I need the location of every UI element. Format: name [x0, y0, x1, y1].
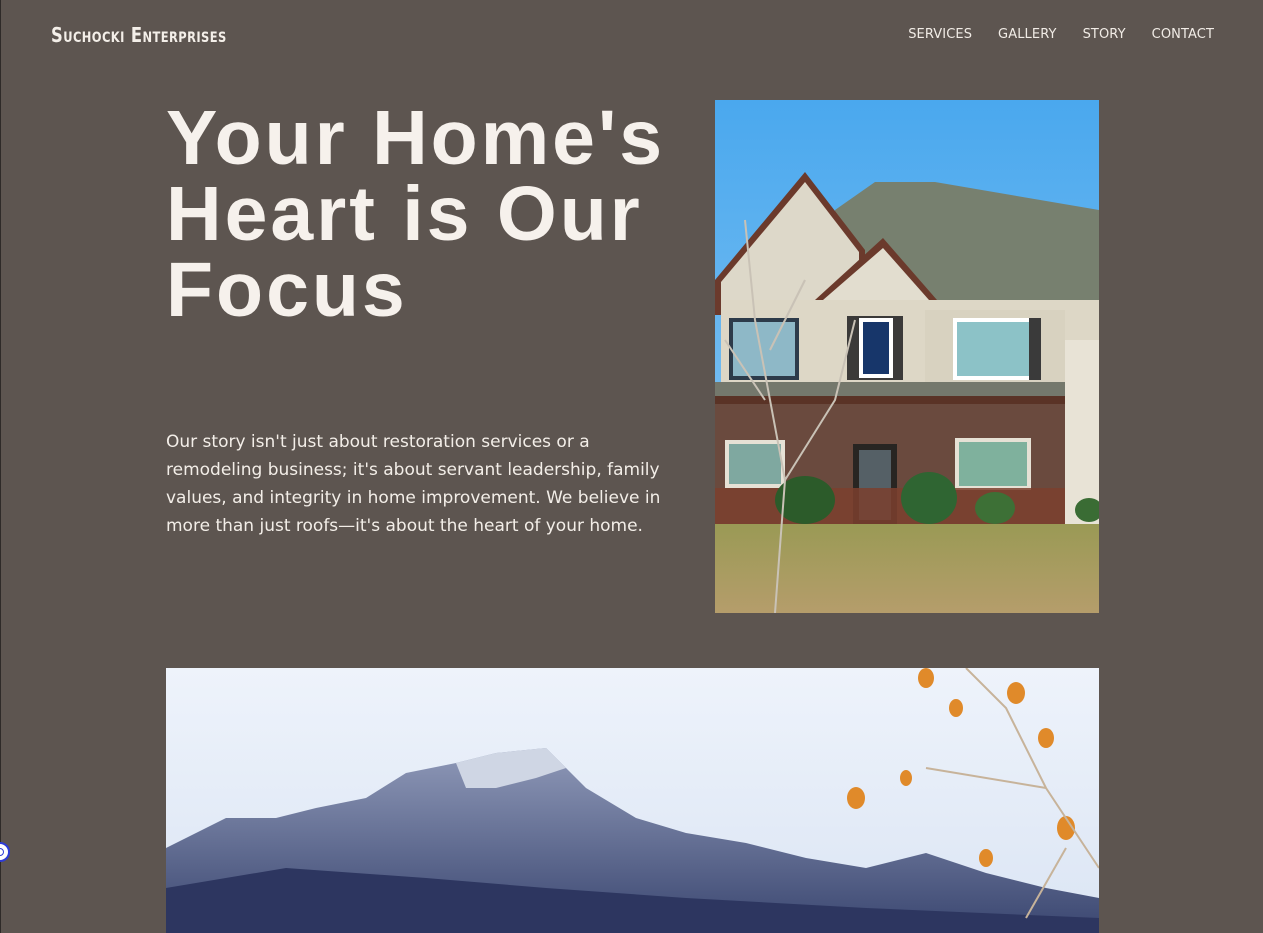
house-photo [715, 100, 1099, 613]
hero-title-line-3: Focus [166, 247, 408, 333]
mountain-photo [166, 668, 1099, 933]
nav-story[interactable]: STORY [1083, 27, 1126, 42]
site-header: Suchocki Enterprises SERVICES GALLERY ST… [0, 0, 1263, 72]
nav-contact[interactable]: CONTACT [1152, 27, 1214, 42]
hero-description: Our story isn't just about restoration s… [166, 432, 661, 536]
nav-services[interactable]: SERVICES [908, 27, 972, 42]
nav-gallery[interactable]: GALLERY [998, 27, 1057, 42]
hero-title-line-1: Your Home's [166, 95, 666, 181]
accessibility-icon[interactable] [0, 842, 10, 862]
hero-title-line-2: Heart is Our [166, 171, 643, 257]
brand-logo[interactable]: Suchocki Enterprises [51, 23, 227, 47]
frame-edge [0, 0, 1, 933]
main-nav: SERVICES GALLERY STORY CONTACT [908, 27, 1214, 42]
hero-title: Your Home's Heart is Our Focus [166, 100, 706, 329]
